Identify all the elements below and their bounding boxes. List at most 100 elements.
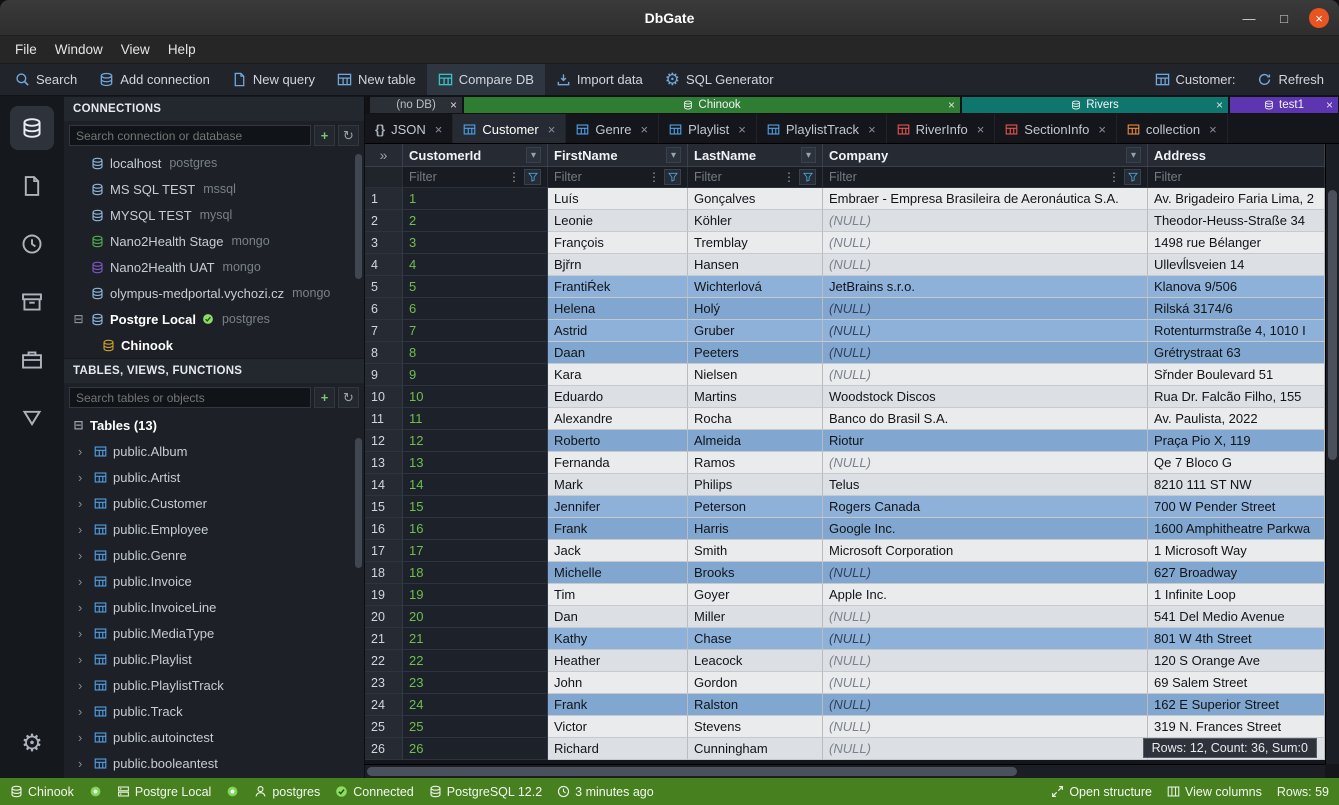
cell-firstname[interactable]: Michelle	[548, 562, 688, 584]
connection-mysql-test[interactable]: MYSQL TESTmysql	[64, 202, 364, 228]
cell-customerid[interactable]: 12	[403, 430, 548, 452]
cell-customerid[interactable]: 25	[403, 716, 548, 738]
connections-search-input[interactable]	[69, 125, 311, 146]
cell-firstname[interactable]: Frank	[548, 518, 688, 540]
rail-database-button[interactable]	[10, 106, 54, 150]
connection-nano2health-stage[interactable]: Nano2Health Stagemongo	[64, 228, 364, 254]
cell-address[interactable]: 120 S Orange Ave	[1148, 650, 1325, 672]
row-number[interactable]: 23	[365, 672, 403, 694]
chevron-right-icon[interactable]: ›	[78, 522, 88, 537]
cell-company[interactable]: (NULL)	[823, 452, 1148, 474]
tab-sectioninfo[interactable]: SectionInfo×	[995, 114, 1117, 144]
cell-address[interactable]: 319 N. Frances Street	[1148, 716, 1325, 738]
cell-company[interactable]: (NULL)	[823, 716, 1148, 738]
table-item-public-artist[interactable]: ›public.Artist	[64, 464, 364, 490]
table-item-public-invoiceline[interactable]: ›public.InvoiceLine	[64, 594, 364, 620]
cell-firstname[interactable]: Heather	[548, 650, 688, 672]
toolbar-new-table[interactable]: New table	[326, 64, 427, 95]
menu-help[interactable]: Help	[159, 42, 205, 57]
row-number[interactable]: 10	[365, 386, 403, 408]
cell-company[interactable]: (NULL)	[823, 320, 1148, 342]
cell-firstname[interactable]: Dan	[548, 606, 688, 628]
filter-firstname[interactable]: Filter⋮	[548, 167, 688, 188]
cell-lastname[interactable]: Rocha	[688, 408, 823, 430]
grid-corner-button[interactable]: »	[365, 144, 403, 167]
row-number[interactable]: 9	[365, 364, 403, 386]
cell-customerid[interactable]: 5	[403, 276, 548, 298]
cell-customerid[interactable]: 21	[403, 628, 548, 650]
table-item-public-track[interactable]: ›public.Track	[64, 698, 364, 724]
cell-company[interactable]: Riotur	[823, 430, 1148, 452]
collapse-icon[interactable]: ⊟	[72, 312, 85, 326]
filter-lastname[interactable]: Filter⋮	[688, 167, 823, 188]
cell-company[interactable]: (NULL)	[823, 298, 1148, 320]
rail-archive-button[interactable]	[10, 280, 54, 324]
cell-lastname[interactable]: Hansen	[688, 254, 823, 276]
toolbar-new-query[interactable]: New query	[221, 64, 326, 95]
rail-file-button[interactable]	[10, 164, 54, 208]
cell-lastname[interactable]: Köhler	[688, 210, 823, 232]
row-number[interactable]: 4	[365, 254, 403, 276]
connection-chinook[interactable]: Chinook	[64, 332, 364, 358]
cell-lastname[interactable]: Martins	[688, 386, 823, 408]
cell-customerid[interactable]: 20	[403, 606, 548, 628]
filter-funnel-icon[interactable]	[799, 169, 816, 185]
menu-file[interactable]: File	[6, 42, 46, 57]
cell-address[interactable]: Klanova 9/506	[1148, 276, 1325, 298]
cell-customerid[interactable]: 1	[403, 188, 548, 210]
cell-company[interactable]: Woodstock Discos	[823, 386, 1148, 408]
cell-address[interactable]: Rilská 3174/6	[1148, 298, 1325, 320]
filter-funnel-icon[interactable]	[664, 169, 681, 185]
cell-address[interactable]: Av. Paulista, 2022	[1148, 408, 1325, 430]
cell-address[interactable]: Grétrystraat 63	[1148, 342, 1325, 364]
column-header-company[interactable]: Company▾	[823, 144, 1148, 167]
menu-window[interactable]: Window	[46, 42, 112, 57]
close-group-icon[interactable]: ×	[450, 98, 457, 112]
row-number[interactable]: 26	[365, 738, 403, 760]
connections-scrollbar[interactable]	[355, 154, 362, 279]
cell-firstname[interactable]: Daan	[548, 342, 688, 364]
chevron-right-icon[interactable]: ›	[78, 678, 88, 693]
tab-collection[interactable]: collection×	[1117, 114, 1228, 144]
collapse-icon[interactable]: ⊟	[72, 418, 85, 432]
rail-triangle-button[interactable]	[10, 396, 54, 440]
cell-lastname[interactable]: Ramos	[688, 452, 823, 474]
cell-firstname[interactable]: Mark	[548, 474, 688, 496]
cell-customerid[interactable]: 17	[403, 540, 548, 562]
row-number[interactable]: 20	[365, 606, 403, 628]
column-dropdown-icon[interactable]: ▾	[526, 147, 541, 163]
row-number[interactable]: 16	[365, 518, 403, 540]
table-item-public-mediatype[interactable]: ›public.MediaType	[64, 620, 364, 646]
table-item-public-playlisttrack[interactable]: ›public.PlaylistTrack	[64, 672, 364, 698]
cell-lastname[interactable]: Holý	[688, 298, 823, 320]
cell-address[interactable]: 801 W 4th Street	[1148, 628, 1325, 650]
row-number[interactable]: 14	[365, 474, 403, 496]
chevron-right-icon[interactable]: ›	[78, 574, 88, 589]
cell-lastname[interactable]: Stevens	[688, 716, 823, 738]
cell-firstname[interactable]: Roberto	[548, 430, 688, 452]
close-group-icon[interactable]: ×	[1326, 98, 1333, 112]
connection-ms-sql-test[interactable]: MS SQL TESTmssql	[64, 176, 364, 202]
row-number[interactable]: 19	[365, 584, 403, 606]
table-item-public-genre[interactable]: ›public.Genre	[64, 542, 364, 568]
status-postgre-local[interactable]: Postgre Local	[117, 785, 211, 799]
tab-genre[interactable]: Genre×	[566, 114, 659, 144]
cell-customerid[interactable]: 16	[403, 518, 548, 540]
cell-lastname[interactable]: Smith	[688, 540, 823, 562]
cell-company[interactable]: (NULL)	[823, 738, 1148, 760]
cell-address[interactable]: 627 Broadway	[1148, 562, 1325, 584]
cell-address[interactable]: 700 W Pender Street	[1148, 496, 1325, 518]
table-item-public-employee[interactable]: ›public.Employee	[64, 516, 364, 542]
add-table-plus-button[interactable]: +	[314, 387, 335, 408]
row-number[interactable]: 25	[365, 716, 403, 738]
tab-json[interactable]: {}JSON×	[365, 114, 453, 144]
row-number[interactable]: 6	[365, 298, 403, 320]
filter-funnel-icon[interactable]	[1124, 169, 1141, 185]
chevron-right-icon[interactable]: ›	[78, 704, 88, 719]
tab-customer[interactable]: Customer×	[453, 114, 566, 144]
cell-lastname[interactable]: Chase	[688, 628, 823, 650]
status-chinook[interactable]: Chinook	[10, 785, 74, 799]
tables-scrollbar[interactable]	[355, 438, 362, 568]
column-header-lastname[interactable]: LastName▾	[688, 144, 823, 167]
cell-firstname[interactable]: Victor	[548, 716, 688, 738]
